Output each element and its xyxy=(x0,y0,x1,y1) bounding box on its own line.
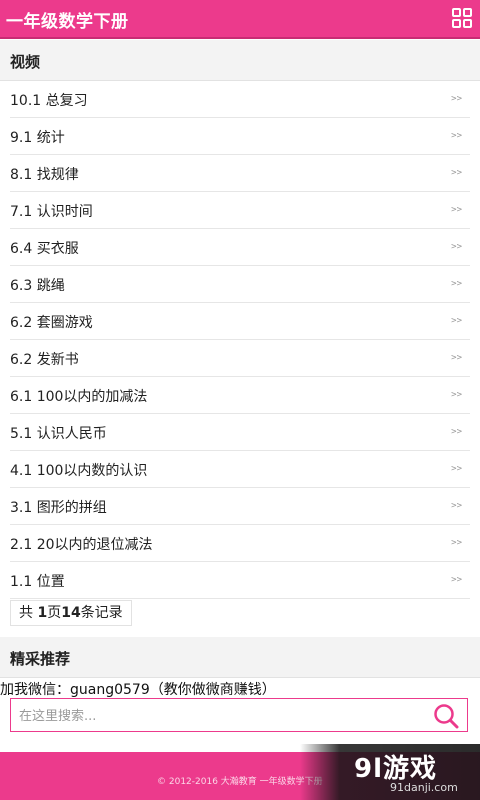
video-item-label: 7.1 认识时间 xyxy=(10,204,93,220)
chevron-right-icon: >> xyxy=(451,501,462,511)
video-list: 10.1 总复习 >> 9.1 统计 >> 8.1 找规律 >> 7.1 认识时间 >> 6.4… xyxy=(0,81,480,599)
search-box xyxy=(10,698,468,733)
grid-icon[interactable] xyxy=(452,8,472,28)
chevron-right-icon: >> xyxy=(451,279,462,289)
chevron-right-icon: >> xyxy=(451,464,462,474)
promo-text: 加我微信：guang0579（教你做微商赚钱） xyxy=(0,682,276,698)
chevron-right-icon: >> xyxy=(451,427,462,437)
video-item-label: 9.1 统计 xyxy=(10,130,65,146)
video-list-item[interactable]: 3.1 图形的拼组 >> xyxy=(10,488,470,525)
video-list-item[interactable]: 2.1 20以内的退位减法 >> xyxy=(10,525,470,562)
chevron-right-icon: >> xyxy=(451,94,462,104)
video-list-item[interactable]: 7.1 认识时间 >> xyxy=(10,192,470,229)
pager-suffix: 条记录 xyxy=(80,605,123,621)
recommend-heading: 精采推荐 xyxy=(10,650,71,668)
video-item-label: 6.1 100以内的加减法 xyxy=(10,389,148,405)
page-title: 一年级数学下册 xyxy=(6,12,129,32)
recommend-section-header: 精采推荐 xyxy=(0,637,480,678)
pager-pages: 1 xyxy=(37,605,48,621)
video-item-label: 6.4 买衣服 xyxy=(10,241,79,257)
video-item-label: 2.1 20以内的退位减法 xyxy=(10,537,153,553)
chevron-right-icon: >> xyxy=(451,575,462,585)
video-list-item[interactable]: 9.1 统计 >> xyxy=(10,118,470,155)
videos-section-header: 视频 xyxy=(0,40,480,81)
copyright-text: © 2012-2016 大瀚教育 一年级数学下册 xyxy=(157,777,323,787)
watermark-logo: 9l游戏 91danji.com xyxy=(300,744,480,800)
app-header: 一年级数学下册 xyxy=(0,0,480,39)
video-item-label: 6.2 套圈游戏 xyxy=(10,315,93,331)
chevron-right-icon: >> xyxy=(451,242,462,252)
video-item-label: 10.1 总复习 xyxy=(10,93,88,109)
video-list-item[interactable]: 10.1 总复习 >> xyxy=(10,81,470,118)
chevron-right-icon: >> xyxy=(451,390,462,400)
chevron-right-icon: >> xyxy=(451,168,462,178)
search-icon[interactable] xyxy=(433,703,459,729)
video-list-item[interactable]: 6.2 套圈游戏 >> xyxy=(10,303,470,340)
video-list-item[interactable]: 6.2 发新书 >> xyxy=(10,340,470,377)
chevron-right-icon: >> xyxy=(451,316,462,326)
video-list-item[interactable]: 6.4 买衣服 >> xyxy=(10,229,470,266)
video-list-item[interactable]: 6.1 100以内的加减法 >> xyxy=(10,377,470,414)
video-item-label: 5.1 认识人民币 xyxy=(10,426,107,442)
video-list-item[interactable]: 4.1 100以内数的认识 >> xyxy=(10,451,470,488)
chevron-right-icon: >> xyxy=(451,131,462,141)
video-item-label: 1.1 位置 xyxy=(10,574,65,590)
pager-records: 14 xyxy=(61,605,81,621)
watermark-url: 91danji.com xyxy=(390,781,458,794)
chevron-right-icon: >> xyxy=(451,353,462,363)
video-list-item[interactable]: 6.3 跳绳 >> xyxy=(10,266,470,303)
pager-mid: 页 xyxy=(47,605,62,621)
video-item-label: 6.2 发新书 xyxy=(10,352,79,368)
pager-prefix: 共 xyxy=(19,605,38,621)
video-item-label: 3.1 图形的拼组 xyxy=(10,500,107,516)
video-item-label: 6.3 跳绳 xyxy=(10,278,65,294)
video-list-item[interactable]: 1.1 位置 >> xyxy=(10,562,470,599)
chevron-right-icon: >> xyxy=(451,205,462,215)
watermark-brand: 9l游戏 xyxy=(354,754,438,784)
pagination-summary: 共 1页14条记录 xyxy=(10,600,132,626)
videos-heading: 视频 xyxy=(10,53,41,71)
video-list-item[interactable]: 8.1 找规律 >> xyxy=(10,155,470,192)
video-item-label: 4.1 100以内数的认识 xyxy=(10,463,148,479)
video-list-item[interactable]: 5.1 认识人民币 >> xyxy=(10,414,470,451)
chevron-right-icon: >> xyxy=(451,538,462,548)
search-input[interactable] xyxy=(17,699,431,733)
video-item-label: 8.1 找规律 xyxy=(10,167,79,183)
